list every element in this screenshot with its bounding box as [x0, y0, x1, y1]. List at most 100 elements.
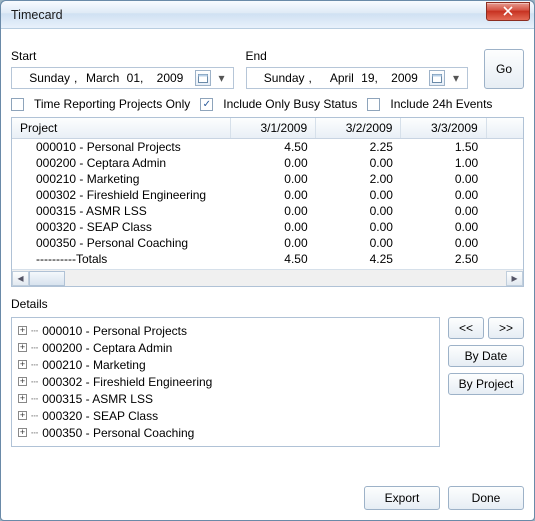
expand-icon[interactable]: + — [18, 360, 27, 369]
busy-status-checkbox[interactable]: ✓ — [200, 98, 213, 111]
value-cell: 0.00 — [230, 235, 315, 251]
scroll-thumb[interactable] — [29, 271, 65, 286]
col-date-1[interactable]: 3/1/2009 — [230, 118, 315, 139]
all-day-label: Include 24h Events — [390, 97, 492, 111]
value-cell: 0.00 — [230, 203, 315, 219]
expand-icon[interactable]: + — [18, 377, 27, 386]
timecard-window: Timecard Start Sunday , March 01, 2009 ▾… — [0, 0, 535, 521]
value-cell: 0.00 — [401, 203, 486, 219]
tree-item[interactable]: +┄000010 - Personal Projects — [14, 322, 437, 339]
table-row[interactable]: 000302 - Fireshield Engineering0.000.000… — [12, 187, 523, 203]
value-cell: 0.00 — [230, 219, 315, 235]
expand-icon[interactable]: + — [18, 394, 27, 403]
scroll-right-icon[interactable]: ▸ — [506, 271, 523, 286]
project-cell: 000302 - Fireshield Engineering — [12, 187, 230, 203]
prev-button[interactable]: << — [448, 317, 484, 339]
by-date-button[interactable]: By Date — [448, 345, 524, 367]
next-button[interactable]: >> — [488, 317, 524, 339]
tree-item-label: 000210 - Marketing — [42, 358, 145, 372]
end-date-picker[interactable]: Sunday , April 19, 2009 ▾ — [246, 67, 469, 89]
value-cell: 2.25 — [486, 139, 523, 156]
options-row: Time Reporting Projects Only ✓ Include O… — [11, 97, 524, 111]
tree-item-label: 000010 - Personal Projects — [42, 324, 187, 338]
all-day-checkbox[interactable] — [367, 98, 380, 111]
busy-status-label: Include Only Busy Status — [223, 97, 357, 111]
table-row[interactable]: 000010 - Personal Projects4.502.251.502.… — [12, 139, 523, 156]
value-cell: 0.00 — [486, 155, 523, 171]
tree-item-label: 000302 - Fireshield Engineering — [42, 375, 212, 389]
horizontal-scrollbar[interactable]: ◂ ▸ — [12, 269, 523, 286]
close-icon — [503, 6, 513, 16]
value-cell: 0.00 — [401, 235, 486, 251]
value-cell: 0.00 — [316, 187, 401, 203]
chevron-down-icon[interactable]: ▾ — [449, 71, 463, 85]
tree-item[interactable]: +┄000200 - Ceptara Admin — [14, 339, 437, 356]
tree-item[interactable]: +┄000210 - Marketing — [14, 356, 437, 373]
project-cell: 000320 - SEAP Class — [12, 219, 230, 235]
table-row[interactable]: ----------Totals4.504.252.506.00 — [12, 251, 523, 267]
tree-item[interactable]: +┄000320 - SEAP Class — [14, 407, 437, 424]
value-cell: 0.00 — [486, 187, 523, 203]
table-row[interactable]: 000350 - Personal Coaching0.000.000.001.… — [12, 235, 523, 251]
col-date-3[interactable]: 3/3/2009 — [401, 118, 486, 139]
expand-icon[interactable]: + — [18, 343, 27, 352]
value-cell: 2.50 — [401, 251, 486, 267]
window-title: Timecard — [11, 8, 486, 22]
date-range-row: Start Sunday , March 01, 2009 ▾ End Sund… — [11, 37, 524, 89]
value-cell: 0.75 — [486, 203, 523, 219]
end-label: End — [246, 49, 469, 63]
expand-icon[interactable]: + — [18, 326, 27, 335]
details-tree[interactable]: +┄000010 - Personal Projects+┄000200 - C… — [11, 317, 440, 447]
by-project-button[interactable]: By Project — [448, 373, 524, 395]
expand-icon[interactable]: + — [18, 428, 27, 437]
go-button[interactable]: Go — [484, 49, 524, 89]
timecard-table: Project 3/1/2009 3/2/2009 3/3/2009 3/4/2… — [11, 117, 524, 287]
content-area: Start Sunday , March 01, 2009 ▾ End Sund… — [1, 29, 534, 520]
table-grid[interactable]: Project 3/1/2009 3/2/2009 3/3/2009 3/4/2… — [12, 118, 523, 269]
value-cell: 2.00 — [316, 171, 401, 187]
col-project[interactable]: Project — [12, 118, 230, 139]
close-button[interactable] — [486, 2, 530, 21]
tree-item-label: 000320 - SEAP Class — [42, 409, 158, 423]
details-label: Details — [11, 297, 524, 311]
project-cell: ----------Totals — [12, 251, 230, 267]
start-month: March — [83, 71, 119, 85]
value-cell: 0.00 — [230, 171, 315, 187]
done-button[interactable]: Done — [448, 486, 524, 510]
end-column: End Sunday , April 19, 2009 ▾ — [246, 49, 469, 89]
tree-item-label: 000200 - Ceptara Admin — [42, 341, 172, 355]
start-column: Start Sunday , March 01, 2009 ▾ — [11, 49, 234, 89]
start-date-picker[interactable]: Sunday , March 01, 2009 ▾ — [11, 67, 234, 89]
tree-item-label: 000350 - Personal Coaching — [42, 426, 194, 440]
scroll-left-icon[interactable]: ◂ — [12, 271, 29, 286]
table-row[interactable]: 000320 - SEAP Class0.000.000.000.00 — [12, 219, 523, 235]
titlebar: Timecard — [1, 1, 534, 29]
expand-icon[interactable]: + — [18, 411, 27, 420]
value-cell: 0.00 — [316, 219, 401, 235]
table-row[interactable]: 000315 - ASMR LSS0.000.000.000.75 — [12, 203, 523, 219]
start-dayname: Sunday — [16, 71, 70, 85]
value-cell: 0.00 — [316, 235, 401, 251]
start-day: 01, — [123, 71, 143, 85]
calendar-icon[interactable] — [429, 70, 445, 86]
value-cell: 0.00 — [401, 171, 486, 187]
value-cell: 2.25 — [316, 139, 401, 156]
chevron-down-icon[interactable]: ▾ — [215, 71, 229, 85]
tree-item[interactable]: +┄000315 - ASMR LSS — [14, 390, 437, 407]
calendar-icon[interactable] — [195, 70, 211, 86]
col-date-2[interactable]: 3/2/2009 — [316, 118, 401, 139]
project-cell: 000210 - Marketing — [12, 171, 230, 187]
value-cell: 0.00 — [401, 187, 486, 203]
col-date-4[interactable]: 3/4/20 — [486, 118, 523, 139]
details-row: +┄000010 - Personal Projects+┄000200 - C… — [11, 317, 524, 447]
value-cell: 0.00 — [230, 155, 315, 171]
export-button[interactable]: Export — [364, 486, 440, 510]
time-reporting-checkbox[interactable] — [11, 98, 24, 111]
time-reporting-label: Time Reporting Projects Only — [34, 97, 190, 111]
value-cell: 1.50 — [401, 139, 486, 156]
value-cell: 0.00 — [316, 155, 401, 171]
tree-item[interactable]: +┄000350 - Personal Coaching — [14, 424, 437, 441]
tree-item[interactable]: +┄000302 - Fireshield Engineering — [14, 373, 437, 390]
table-row[interactable]: 000210 - Marketing0.002.000.002.00 — [12, 171, 523, 187]
table-row[interactable]: 000200 - Ceptara Admin0.000.001.000.00 — [12, 155, 523, 171]
